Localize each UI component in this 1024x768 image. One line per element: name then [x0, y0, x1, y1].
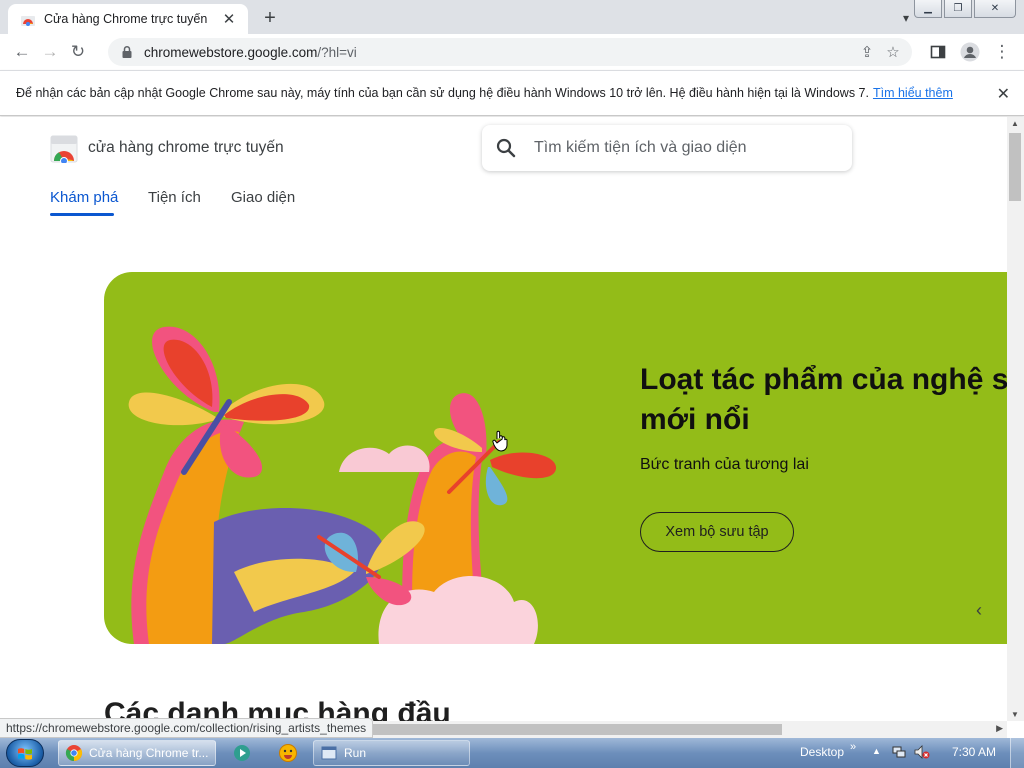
learn-more-link[interactable]: Tìm hiểu thêm: [873, 86, 953, 100]
system-clock[interactable]: 7:30 AM: [952, 745, 996, 759]
hero-title: Loạt tác phẩm của nghệ sĩ mới nổi: [640, 363, 1007, 436]
taskbar-chrome-label: Cửa hàng Chrome tr...: [89, 746, 209, 760]
chrome-icon: [65, 745, 83, 762]
os-update-infobar: Để nhận các bản cập nhật Google Chrome s…: [0, 70, 1024, 116]
scroll-thumb[interactable]: [1009, 133, 1021, 201]
volume-muted-icon[interactable]: [914, 745, 930, 759]
scroll-up-icon[interactable]: ▲: [1011, 119, 1019, 128]
media-player-icon[interactable]: [232, 743, 252, 763]
reload-icon[interactable]: ↻: [64, 38, 92, 66]
minimize-button[interactable]: ▁: [914, 0, 942, 18]
taskbar-run-button[interactable]: Run: [313, 740, 470, 766]
search-placeholder: Tìm kiếm tiện ích và giao diện: [534, 139, 747, 156]
toolbar-chevron-icon[interactable]: »: [850, 741, 856, 753]
search-icon: [496, 138, 516, 158]
tab-discover[interactable]: Khám phá: [50, 189, 118, 206]
run-dialog-icon: [321, 746, 337, 760]
active-tab-indicator: [50, 213, 114, 216]
hero-illustration: [128, 326, 557, 644]
forward-arrow-icon[interactable]: →: [36, 38, 64, 66]
mouse-cursor-icon: [492, 430, 508, 452]
menu-dots-icon[interactable]: ⋮: [988, 38, 1016, 66]
windows-logo-icon: [18, 748, 32, 760]
share-icon[interactable]: ⇪: [854, 38, 880, 66]
url-host: chromewebstore.google.com: [144, 44, 318, 60]
bookmark-star-icon[interactable]: ☆: [880, 38, 906, 66]
taskbar-run-label: Run: [344, 746, 367, 760]
new-tab-button[interactable]: +: [258, 6, 282, 30]
browser-tab[interactable]: Cửa hàng Chrome trực tuyến ✕: [8, 4, 248, 34]
store-logo-icon: [50, 135, 78, 163]
chrome-web-store-icon: [21, 16, 35, 26]
view-collection-button[interactable]: Xem bộ sưu tập: [640, 512, 794, 552]
window-controls: ▁ ❐ ✕: [912, 0, 1016, 18]
link-status-bubble: https://chromewebstore.google.com/collec…: [0, 718, 374, 738]
show-desktop-button[interactable]: [1010, 738, 1024, 768]
profile-avatar-icon[interactable]: [956, 38, 984, 66]
infobar-close-icon[interactable]: ✕: [997, 84, 1010, 104]
tab-extensions[interactable]: Tiện ích: [148, 189, 201, 206]
windows-taskbar: Cửa hàng Chrome tr... Run Desktop » ▲ 7:…: [0, 738, 1024, 768]
hero-banner[interactable]: Loạt tác phẩm của nghệ sĩ mới nổi Bức tr…: [104, 272, 1007, 644]
tab-themes[interactable]: Giao diện: [231, 189, 295, 206]
side-panel-icon[interactable]: [924, 38, 952, 66]
browser-toolbar: ← → ↻ chromewebstore.google.com/?hl=vi ⇪…: [0, 34, 1024, 70]
url-text: chromewebstore.google.com/?hl=vi: [144, 45, 357, 60]
back-arrow-icon[interactable]: ←: [8, 38, 36, 66]
vertical-scrollbar[interactable]: ▲ ▼: [1007, 117, 1024, 721]
scroll-right-icon[interactable]: ▶: [996, 723, 1003, 734]
show-hidden-icons-icon[interactable]: ▲: [872, 746, 881, 756]
infobar-message: Để nhận các bản cập nhật Google Chrome s…: [16, 86, 869, 100]
messenger-icon[interactable]: [278, 743, 298, 763]
hscroll-thumb[interactable]: [350, 724, 782, 735]
tab-title: Cửa hàng Chrome trực tuyến: [44, 12, 208, 26]
tab-close-icon[interactable]: ✕: [220, 10, 238, 28]
carousel-prev-icon[interactable]: ‹: [976, 600, 982, 621]
lock-icon: [122, 45, 132, 58]
url-path: /?hl=vi: [317, 44, 357, 60]
close-window-button[interactable]: ✕: [974, 0, 1016, 18]
scroll-down-icon[interactable]: ▼: [1011, 710, 1019, 719]
network-icon[interactable]: [892, 745, 906, 759]
desktop-toolbar-label[interactable]: Desktop: [800, 745, 844, 759]
web-page: cửa hàng chrome trực tuyến Tìm kiếm tiện…: [0, 117, 1007, 721]
start-button[interactable]: [6, 739, 44, 767]
tab-strip: Cửa hàng Chrome trực tuyến ✕ + ▾ ▁ ❐ ✕: [0, 0, 1024, 34]
restore-button[interactable]: ❐: [944, 0, 972, 18]
hero-subtitle: Bức tranh của tương lai: [640, 456, 809, 473]
taskbar-chrome-button[interactable]: Cửa hàng Chrome tr...: [58, 740, 216, 766]
search-input[interactable]: Tìm kiếm tiện ích và giao diện: [482, 125, 852, 171]
address-bar[interactable]: chromewebstore.google.com/?hl=vi ⇪ ☆: [108, 38, 912, 66]
store-name[interactable]: cửa hàng chrome trực tuyến: [88, 139, 284, 157]
